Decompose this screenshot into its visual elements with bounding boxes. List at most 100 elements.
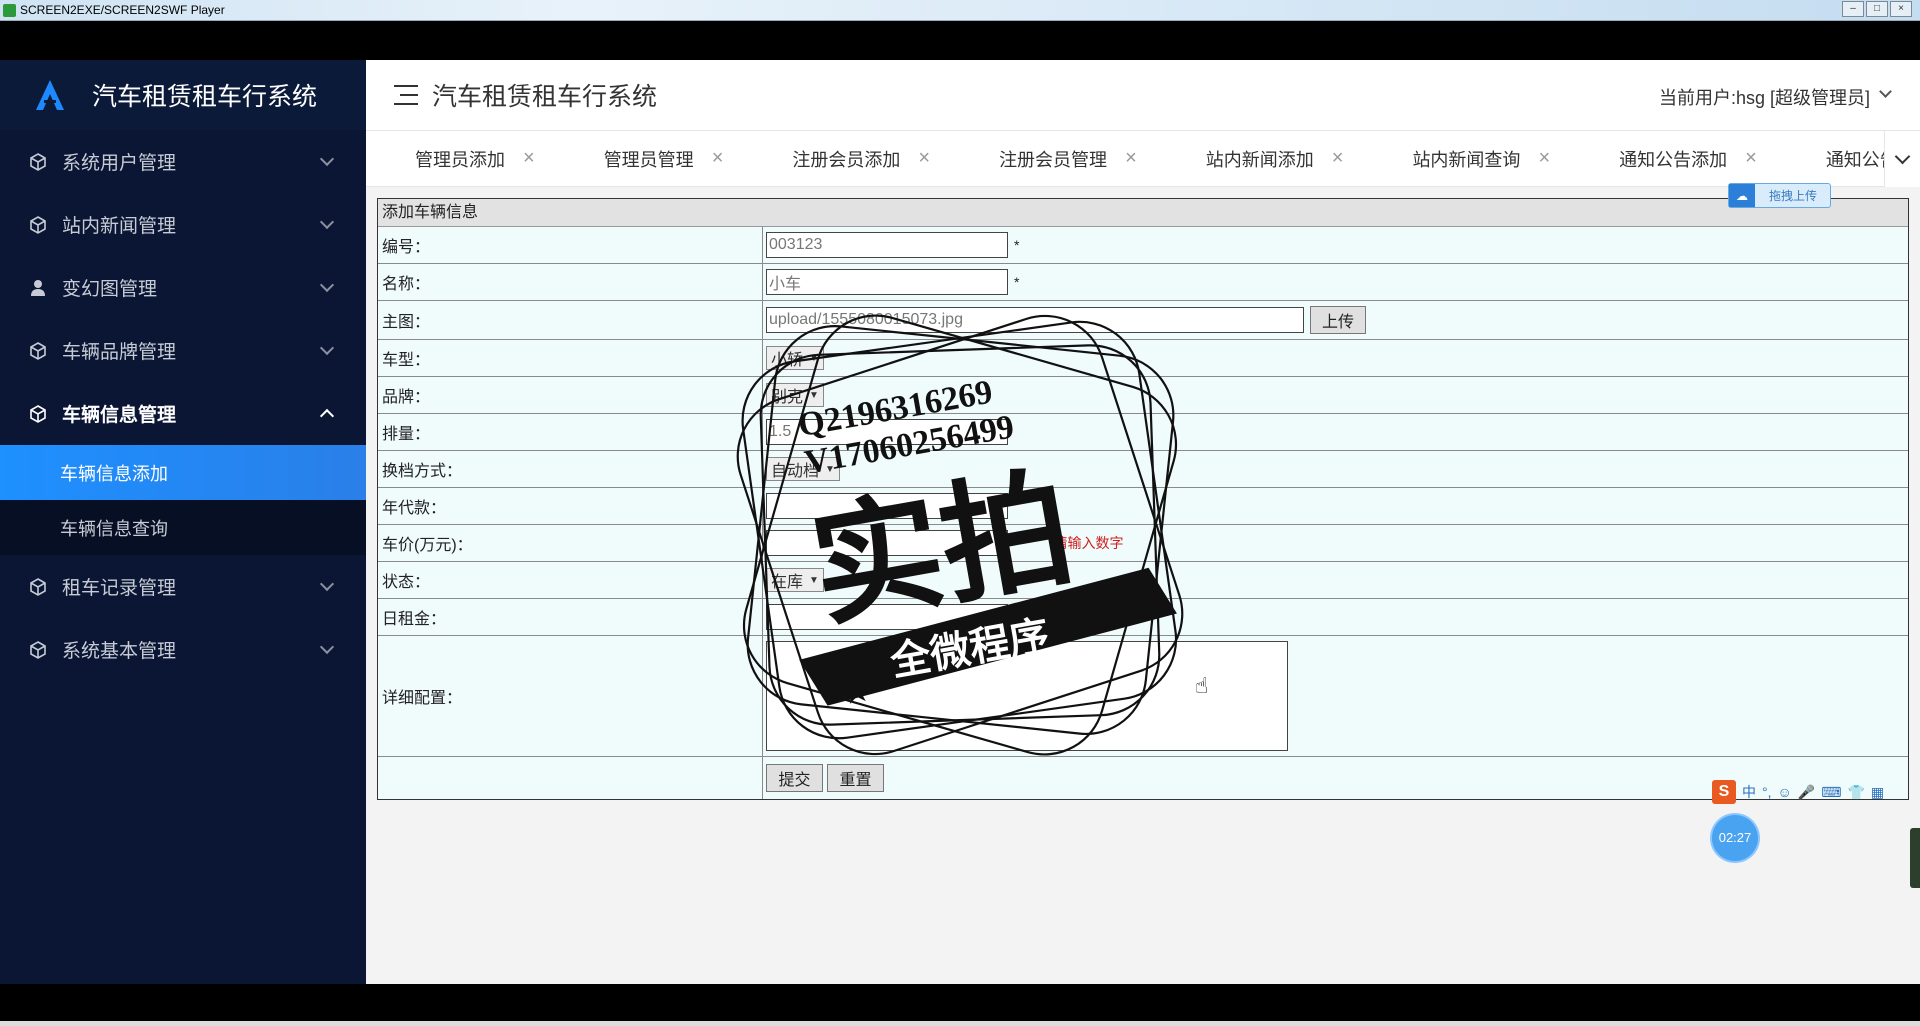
sidebar-item-rental-records[interactable]: 租车记录管理: [0, 555, 366, 618]
sidebar-item-system-basic[interactable]: 系统基本管理: [0, 618, 366, 681]
emoji-icon: ☺: [1777, 784, 1792, 800]
top-bar: 汽车租赁租车行系统 当前用户:hsg [超级管理员]: [366, 60, 1920, 131]
tab-bar: 管理员添加 × 管理员管理 × 注册会员添加 × 注册会员管理 × 站内新闻添加 × 站内…: [366, 131, 1920, 187]
tab-label: 通知公告添加: [1619, 149, 1728, 170]
field-label: 主图：: [378, 301, 763, 339]
field-label: 品牌：: [378, 377, 763, 413]
microphone-icon: 🎤: [1797, 783, 1816, 800]
cube-icon: [28, 215, 48, 235]
required-mark: *: [1014, 274, 1020, 290]
drag-upload-widget[interactable]: ☁ 拖拽上传: [1728, 183, 1831, 208]
tab-label: 管理员添加: [415, 149, 505, 170]
close-icon[interactable]: ×: [1125, 147, 1137, 170]
form-row-actions: 提交 重置: [378, 757, 1908, 799]
chevron-down-icon: [1894, 148, 1911, 165]
sidebar-item-vehicle-info[interactable]: 车辆信息管理: [0, 382, 366, 445]
grid-icon: ▦: [1870, 783, 1885, 800]
sidebar-item-label: 车辆品牌管理: [62, 342, 177, 363]
tab-member-manage[interactable]: 注册会员管理 ×: [950, 146, 1157, 172]
sidebar-subitem-vehicle-add[interactable]: 车辆信息添加: [0, 445, 366, 500]
close-icon[interactable]: ×: [523, 147, 535, 170]
field-label: 详细配置：: [378, 636, 763, 756]
select-value: 小轿: [771, 352, 804, 369]
field-label: 编号：: [378, 227, 763, 263]
maximize-button[interactable]: □: [1866, 1, 1888, 17]
displacement-input[interactable]: 1.5: [766, 419, 1008, 445]
punctuation-icon: °,: [1762, 784, 1772, 800]
close-window-button[interactable]: ×: [1890, 1, 1912, 17]
status-select[interactable]: 在库 ▼: [766, 568, 824, 592]
tab-member-add[interactable]: 注册会员添加 ×: [743, 146, 950, 172]
upload-button[interactable]: 上传: [1310, 306, 1366, 334]
sidebar-item-news[interactable]: 站内新闻管理: [0, 193, 366, 256]
chevron-down-icon[interactable]: [1879, 85, 1892, 98]
player-title: SCREEN2EXE/SCREEN2SWF Player: [20, 3, 225, 17]
page-title: 汽车租赁租车行系统: [432, 83, 658, 111]
cube-icon: [28, 577, 48, 597]
tab-news-add[interactable]: 站内新闻添加 ×: [1157, 146, 1364, 172]
sidebar-item-slideshow[interactable]: 变幻图管理: [0, 256, 366, 319]
player-app-icon: [3, 4, 16, 17]
current-user-menu[interactable]: 当前用户:hsg [超级管理员]: [1659, 84, 1870, 110]
close-icon[interactable]: ×: [1332, 147, 1344, 170]
price-input[interactable]: [766, 530, 1008, 556]
reset-button[interactable]: 重置: [827, 764, 884, 792]
user-icon: [28, 278, 48, 298]
sidebar-item-system-users[interactable]: 系统用户管理: [0, 130, 366, 193]
field-label: 状态：: [378, 562, 763, 598]
image-path-input[interactable]: upload/1555080015073.jpg: [766, 307, 1304, 333]
chevron-down-icon: [319, 151, 335, 167]
model-year-input[interactable]: [766, 493, 1008, 519]
form-row-pinpai: 品牌： 别克 ▼: [378, 377, 1908, 414]
menu-toggle-icon[interactable]: [394, 85, 418, 105]
submit-button[interactable]: 提交: [766, 764, 823, 792]
tab-admin-add[interactable]: 管理员添加 ×: [366, 146, 555, 172]
required-mark: *: [1014, 535, 1020, 551]
mingcheng-input[interactable]: 小车: [766, 269, 1008, 295]
tab-label: 站内新闻添加: [1205, 149, 1314, 170]
close-icon[interactable]: ×: [1745, 147, 1757, 170]
daily-rent-input[interactable]: [766, 604, 1008, 630]
window-controls: – □ ×: [1842, 1, 1912, 17]
tab-label: 站内新闻查询: [1412, 149, 1521, 170]
ime-toolbar[interactable]: S 中 °, ☺ 🎤 ⌨ 👕 ▦: [1712, 778, 1884, 806]
sidebar-item-label: 变幻图管理: [62, 279, 158, 300]
chevron-down-icon: [319, 277, 335, 293]
tab-more-button[interactable]: [1884, 131, 1920, 187]
close-icon[interactable]: ×: [918, 147, 930, 170]
brand-logo-icon: [34, 78, 66, 112]
vehicle-add-form: 添加车辆信息 编号： 003123 * 名称： 小车 * 主图： upload/…: [377, 198, 1909, 800]
ime-language-label: 中: [1742, 784, 1756, 800]
app-window: 汽车租赁租车行系统 系统用户管理 站内新闻管理 变幻图管理 车辆品牌管理 车辆信…: [0, 60, 1920, 984]
sidebar-submenu: 车辆信息添加 车辆信息查询: [0, 445, 366, 555]
form-row-pailiang: 排量： 1.5: [378, 414, 1908, 451]
sidebar-subitem-vehicle-query[interactable]: 车辆信息查询: [0, 500, 366, 555]
config-textarea[interactable]: [766, 641, 1288, 751]
brand-select[interactable]: 别克 ▼: [766, 383, 824, 407]
tab-admin-manage[interactable]: 管理员管理 ×: [555, 146, 744, 172]
main-content: 汽车租赁租车行系统 当前用户:hsg [超级管理员] 管理员添加 × 管理员管理 ×…: [366, 60, 1920, 984]
minimize-button[interactable]: –: [1842, 1, 1864, 17]
bianhao-input[interactable]: 003123: [766, 232, 1008, 258]
select-value: 在库: [771, 574, 804, 591]
form-heading: 添加车辆信息: [378, 199, 1908, 227]
sogou-icon: S: [1712, 780, 1736, 804]
tab-label: 注册会员管理: [999, 149, 1108, 170]
vehicle-type-select[interactable]: 小轿 ▼: [766, 346, 824, 370]
cube-icon: [28, 152, 48, 172]
form-row-niandai: 年代款：: [378, 488, 1908, 525]
side-drag-handle[interactable]: [1910, 828, 1920, 888]
sidebar-item-label: 系统用户管理: [62, 153, 177, 174]
chevron-down-icon: [319, 214, 335, 230]
tab-news-query[interactable]: 站内新闻查询 ×: [1363, 146, 1570, 172]
form-row-zhuangtai: 状态： 在库 ▼: [378, 562, 1908, 599]
field-label: 排量：: [378, 414, 763, 450]
transmission-select[interactable]: 自动档 ▼: [766, 457, 840, 481]
sidebar-item-brands[interactable]: 车辆品牌管理: [0, 319, 366, 382]
tab-notice-add[interactable]: 通知公告添加 ×: [1570, 146, 1777, 172]
close-icon[interactable]: ×: [1538, 147, 1550, 170]
dropdown-arrow-icon: ▼: [809, 389, 819, 401]
select-value: 自动档: [771, 463, 820, 480]
close-icon[interactable]: ×: [712, 147, 724, 170]
form-row-zhutu: 主图： upload/1555080015073.jpg 上传: [378, 301, 1908, 340]
